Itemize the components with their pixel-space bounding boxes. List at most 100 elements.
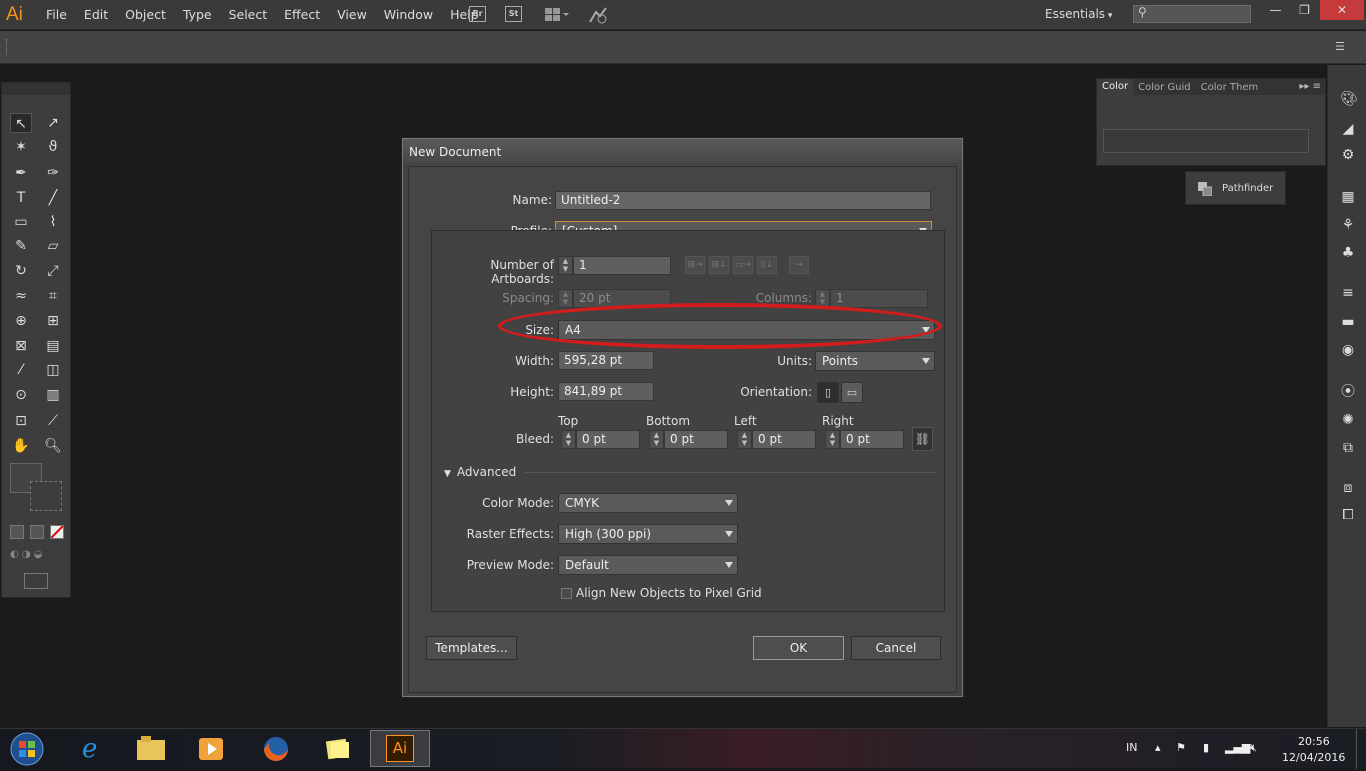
menu-select[interactable]: Select [229, 7, 268, 22]
magic-wand-tool-icon[interactable]: ✶ [10, 137, 32, 157]
swatches-icon[interactable]: ▦ [1340, 189, 1356, 205]
restore-button[interactable]: ❐ [1290, 0, 1319, 20]
blend-tool-icon[interactable]: ◫ [42, 360, 64, 380]
panel-menu-icon[interactable]: ▸▸ ≡ [1299, 81, 1321, 92]
artboards-field[interactable]: 1 [573, 256, 671, 275]
bleed-top-field[interactable]: 0 pt [576, 430, 640, 449]
lasso-tool-icon[interactable]: ϑ [42, 137, 64, 157]
fill-stroke-swatch[interactable] [8, 463, 64, 515]
graphic-styles-icon[interactable]: ✺ [1340, 412, 1356, 428]
illustrator-taskbar-button[interactable]: Ai [370, 730, 430, 767]
perspective-grid-tool-icon[interactable]: ⊞ [42, 311, 64, 331]
start-button[interactable] [0, 730, 54, 767]
drawing-modes-icon[interactable]: ◐ ◑ ◒ [10, 549, 66, 563]
selection-tool-icon[interactable]: ↖ [10, 113, 32, 133]
pathfinder-panel-button[interactable]: Pathfinder [1185, 171, 1286, 205]
paintbrush-tool-icon[interactable]: ⌇ [42, 212, 64, 232]
line-tool-icon[interactable]: ╱ [42, 188, 64, 208]
preview-mode-dropdown[interactable]: Default [558, 555, 738, 575]
pixel-grid-checkbox[interactable] [561, 588, 572, 599]
show-desktop-button[interactable] [1356, 729, 1366, 769]
menu-window[interactable]: Window [384, 7, 433, 22]
symbol-sprayer-tool-icon[interactable]: ⊙ [10, 385, 32, 405]
clock-date[interactable]: 12/04/2016 [1282, 751, 1345, 764]
minimize-button[interactable]: — [1261, 0, 1290, 20]
rotate-tool-icon[interactable]: ↻ [10, 261, 32, 281]
shape-builder-tool-icon[interactable]: ⊕ [10, 311, 32, 331]
language-indicator[interactable]: IN [1126, 741, 1137, 754]
width-tool-icon[interactable]: ≈ [10, 286, 32, 306]
templates-button[interactable]: Templates... [426, 636, 517, 660]
mesh-tool-icon[interactable]: ⊠ [10, 336, 32, 356]
artboards-stepper[interactable]: ▲ ▼ [558, 256, 573, 275]
rectangle-tool-icon[interactable]: ▭ [10, 212, 32, 232]
zoom-tool-icon[interactable]: 🔍︎ [42, 436, 64, 456]
screen-mode-icon[interactable] [24, 573, 48, 589]
pen-tool-icon[interactable]: ✒ [10, 163, 32, 183]
stroke-icon[interactable]: ≡ [1340, 285, 1356, 301]
search-input[interactable]: ⚲ [1133, 5, 1251, 23]
eyedropper-tool-icon[interactable]: ⁄ [10, 360, 32, 380]
tab-color[interactable]: Color [1097, 79, 1134, 95]
width-field[interactable]: 595,28 pt [558, 351, 654, 370]
close-window-button[interactable]: ✕ [1320, 0, 1364, 20]
column-graph-tool-icon[interactable]: ▥ [42, 385, 64, 405]
link-bleed-icon[interactable]: ⛓ [912, 427, 933, 451]
gpu-performance-icon[interactable] [588, 6, 608, 24]
menu-type[interactable]: Type [183, 7, 212, 22]
firefox-icon[interactable] [246, 730, 306, 767]
show-hidden-icons-icon[interactable]: ▴ [1155, 741, 1161, 754]
cancel-button[interactable]: Cancel [851, 636, 941, 660]
free-transform-tool-icon[interactable]: ⌗ [42, 286, 64, 306]
landscape-orientation-icon[interactable]: ▭ [841, 382, 863, 403]
sticky-notes-icon[interactable] [308, 730, 368, 767]
action-center-flag-icon[interactable]: ⚑ [1176, 741, 1186, 754]
appearance-icon[interactable]: ⦿ [1340, 384, 1356, 400]
menu-view[interactable]: View [337, 7, 367, 22]
brushes-icon[interactable]: ⚘ [1340, 217, 1356, 233]
units-dropdown[interactable]: Points [815, 351, 935, 371]
gradient-tool-icon[interactable]: ▤ [42, 336, 64, 356]
scale-tool-icon[interactable]: ⤢ [42, 261, 64, 281]
layers-icon[interactable]: ⧈ [1340, 480, 1356, 496]
file-explorer-icon[interactable] [121, 730, 181, 767]
advanced-toggle[interactable]: ▼ Advanced [444, 465, 516, 479]
portrait-orientation-icon[interactable]: ▯ [817, 382, 839, 403]
color-panel-icon[interactable]: 🎨︎ [1340, 91, 1358, 107]
artboard-tool-icon[interactable]: ⊡ [10, 411, 32, 431]
media-player-icon[interactable] [181, 730, 241, 767]
color-themes-icon[interactable]: ⚙ [1340, 147, 1356, 163]
direct-selection-tool-icon[interactable]: ↗ [42, 113, 64, 133]
symbols-icon[interactable]: ♣ [1340, 245, 1356, 261]
menu-object[interactable]: Object [125, 7, 166, 22]
gradient-icon[interactable]: ▬ [1340, 314, 1356, 330]
bleed-bottom-field[interactable]: 0 pt [664, 430, 728, 449]
tab-color-guide[interactable]: Color Guid [1133, 82, 1196, 93]
stock-button[interactable]: St [505, 6, 522, 22]
clock-time[interactable]: 20:56 [1298, 735, 1330, 748]
battery-icon[interactable]: ▮ [1203, 741, 1209, 754]
bridge-button[interactable]: Br [469, 6, 486, 22]
bleed-right-stepper[interactable]: ▲ ▼ [825, 430, 840, 449]
curvature-tool-icon[interactable]: ✑ [42, 163, 64, 183]
bleed-top-stepper[interactable]: ▲ ▼ [561, 430, 576, 449]
menu-effect[interactable]: Effect [284, 7, 320, 22]
slice-tool-icon[interactable]: ⟋ [42, 411, 64, 431]
network-signal-icon[interactable]: ▂▄▆ [1225, 741, 1250, 754]
color-mode-dropdown[interactable]: CMYK [558, 493, 738, 513]
raster-effects-dropdown[interactable]: High (300 ppi) [558, 524, 738, 544]
bleed-bottom-stepper[interactable]: ▲ ▼ [649, 430, 664, 449]
color-spectrum[interactable] [1103, 129, 1309, 153]
hand-tool-icon[interactable]: ✋ [10, 436, 32, 456]
color-guide-icon[interactable]: ◢ [1340, 121, 1356, 137]
color-mode-buttons[interactable] [10, 525, 66, 539]
height-field[interactable]: 841,89 pt [558, 382, 654, 401]
ok-button[interactable]: OK [753, 636, 844, 660]
internet-explorer-icon[interactable]: e [61, 730, 121, 767]
workspace-switcher[interactable]: Essentials [1045, 7, 1112, 21]
menu-file[interactable]: File [46, 7, 67, 22]
bleed-right-field[interactable]: 0 pt [840, 430, 904, 449]
type-tool-icon[interactable]: T [10, 188, 32, 208]
asset-export-icon[interactable]: ⧉ [1340, 440, 1356, 456]
bleed-left-stepper[interactable]: ▲ ▼ [737, 430, 752, 449]
